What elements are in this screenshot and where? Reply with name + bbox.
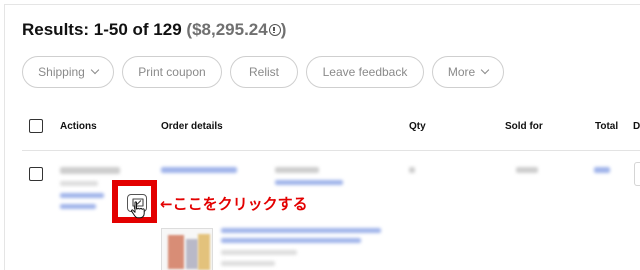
buyer-name-redacted (60, 167, 120, 174)
order-date-redacted (275, 167, 319, 173)
chevron-down-icon (90, 65, 100, 75)
row-checkbox[interactable] (29, 167, 43, 181)
column-header-actions: Actions (60, 121, 97, 132)
select-all-checkbox[interactable] (29, 119, 43, 133)
column-header-total: Total (595, 121, 619, 132)
header-divider (22, 150, 640, 151)
item-sku-redacted (221, 261, 275, 266)
item-title-redacted[interactable] (221, 228, 381, 233)
sold-for-redacted (516, 167, 538, 173)
order-meta-redacted[interactable] (275, 180, 343, 185)
buyer-link-redacted[interactable] (60, 193, 104, 198)
item-title-line2-redacted[interactable] (221, 238, 361, 243)
filter-more-label: More (447, 65, 476, 79)
results-total-close-paren: ) (280, 20, 287, 39)
chevron-down-icon (480, 65, 490, 75)
filter-shipping[interactable]: Shipping (22, 56, 114, 88)
item-thumbnail[interactable] (161, 228, 213, 270)
buyer-link-2-redacted[interactable] (60, 204, 96, 209)
column-header-qty: Qty (409, 121, 426, 132)
filter-leave-feedback[interactable]: Leave feedback (306, 56, 424, 88)
results-count: Results: 1-50 of 129 (22, 20, 182, 39)
info-circle-icon[interactable] (268, 24, 281, 36)
item-id-redacted (221, 250, 297, 255)
hand-pointer-icon (130, 201, 146, 224)
total-redacted[interactable] (594, 167, 610, 173)
row-action-menu[interactable] (634, 162, 640, 186)
order-number-redacted[interactable] (161, 167, 237, 173)
column-header-order-details: Order details (161, 121, 223, 132)
filter-relist[interactable]: Relist (230, 56, 298, 88)
filter-more[interactable]: More (432, 56, 504, 88)
buyer-id-redacted (60, 181, 98, 186)
qty-redacted (409, 167, 415, 173)
column-header-d: D (633, 121, 640, 132)
column-header-sold-for: Sold for (505, 121, 543, 132)
results-total: ($8,295.24 (186, 20, 268, 39)
filter-relist-label: Relist (248, 65, 279, 79)
filter-shipping-label: Shipping (38, 65, 85, 79)
filter-leave-feedback-label: Leave feedback (322, 65, 408, 79)
results-heading: Results: 1-50 of 129 ($8,295.24) (22, 20, 286, 40)
filter-print-coupon[interactable]: Print coupon (122, 56, 222, 88)
filter-print-coupon-label: Print coupon (138, 65, 206, 79)
annotation-label: ←ここをクリックする (160, 195, 308, 213)
